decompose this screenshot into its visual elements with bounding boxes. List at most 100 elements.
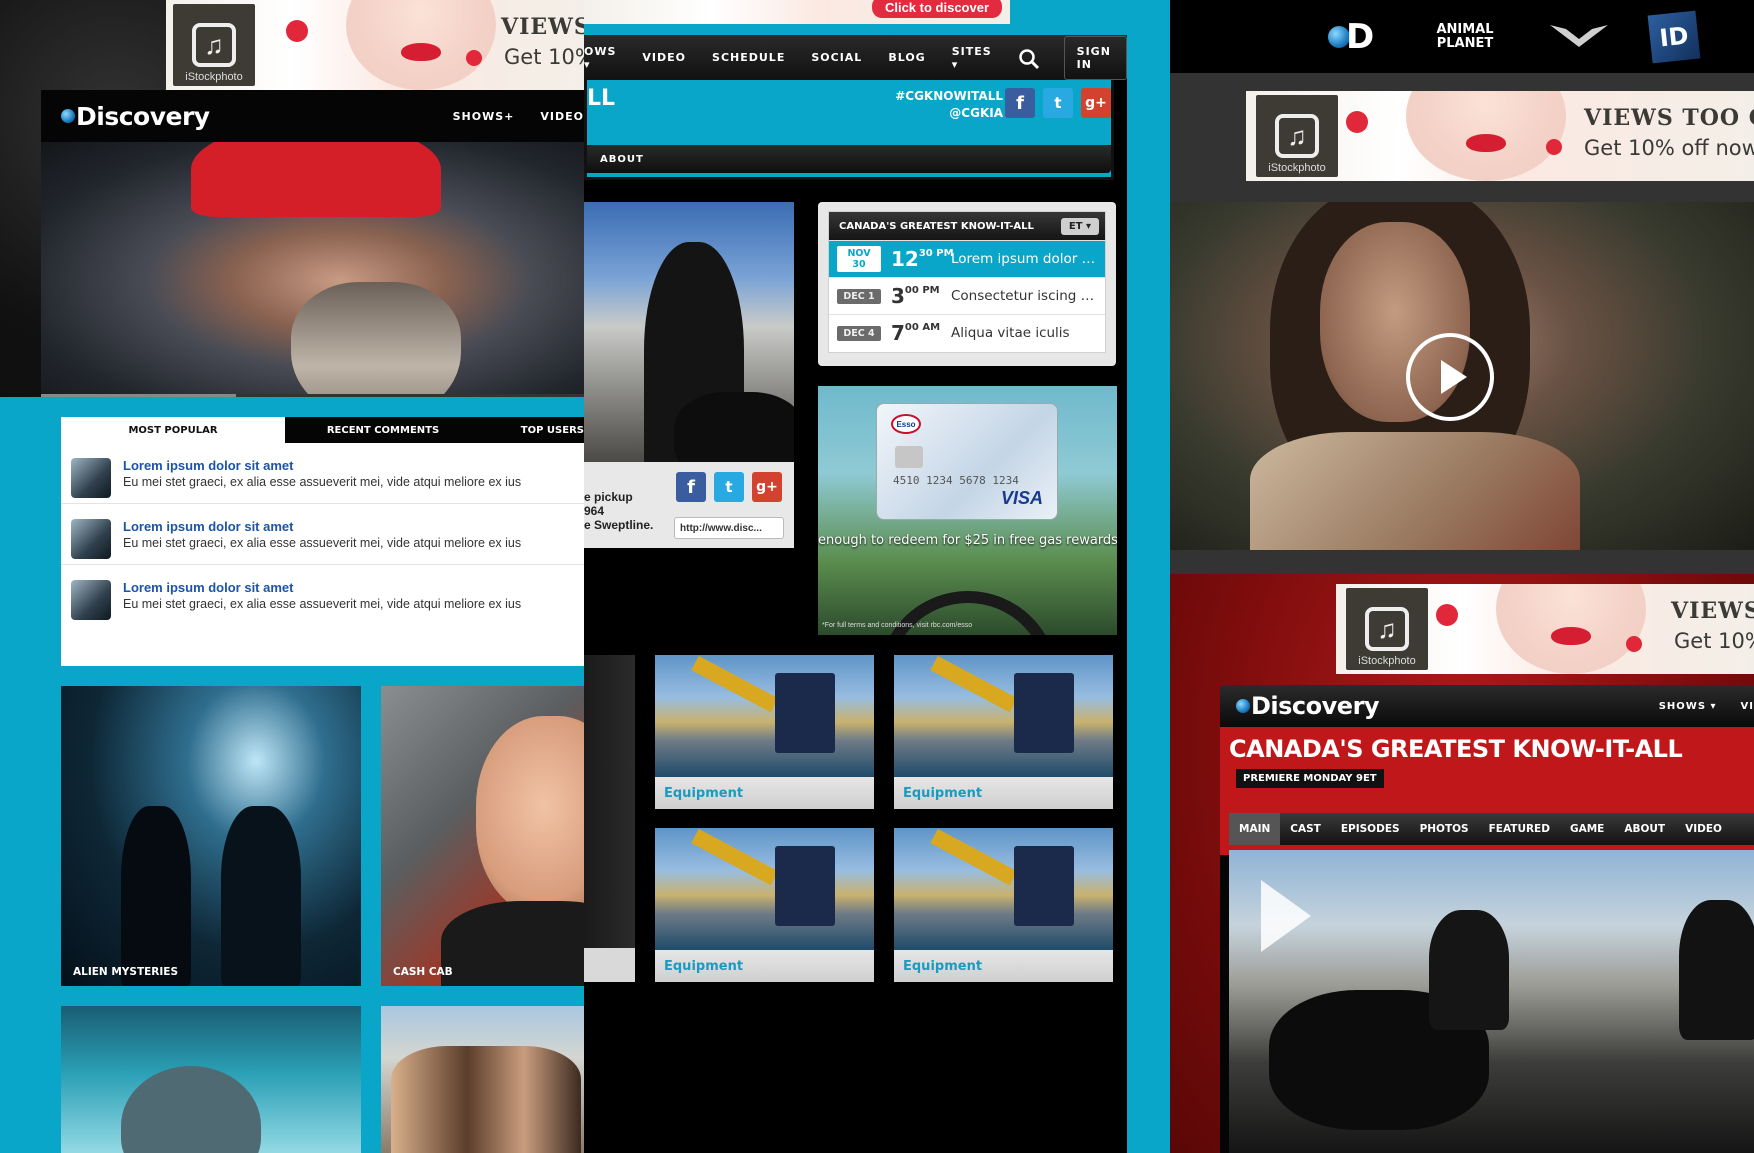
hero-image-left[interactable] (41, 142, 584, 394)
rbc-esso-ad[interactable]: Esso 4510 1234 5678 1234 VISA enough to … (818, 386, 1117, 635)
show-title-banner: CANADA'S GREATEST KNOW-IT-ALL PREMIERE M… (1220, 727, 1754, 855)
video-caption-strip: e pickup 964 e Sweptline. f t g+ http://… (584, 462, 794, 548)
tab-top-users[interactable]: TOP USERS (481, 417, 584, 443)
show-tabs: MAIN CAST EPISODES PHOTOS FEATURED GAME … (1229, 813, 1754, 845)
play-icon[interactable] (1406, 333, 1494, 421)
subnav-about[interactable]: ABOUT (600, 154, 644, 165)
ad-lips (1466, 134, 1506, 152)
equipment-tile[interactable]: Equipment (894, 828, 1113, 982)
schedule-date: NOV 30 (837, 246, 881, 272)
tab-recent-comments[interactable]: RECENT COMMENTS (285, 417, 481, 443)
equipment-tile[interactable]: Equipment (655, 655, 874, 809)
item-title[interactable]: Lorem ipsum dolor sit amet (123, 580, 521, 595)
popular-widget: MOST POPULAR RECENT COMMENTS TOP USERS L… (61, 417, 584, 666)
excavator-cab (1014, 673, 1074, 753)
item-thumbnail (71, 580, 111, 620)
ad-offer: Get 10% off now. (1584, 136, 1754, 160)
promo-fine-print: *For full terms and conditions, visit rb… (822, 622, 973, 629)
timezone-select[interactable]: ET ▾ (1060, 217, 1099, 235)
globe-icon (61, 109, 75, 123)
social-tags: #CGKNOWITALL @CGKIA (895, 88, 1003, 122)
discovery-logo[interactable]: Discovery (1236, 692, 1380, 720)
tab-featured[interactable]: FEATURED (1479, 813, 1560, 845)
item-thumbnail (71, 458, 111, 498)
show-video-player[interactable] (1229, 850, 1754, 1153)
nav-schedule[interactable]: SCHEDULE (712, 51, 785, 64)
ad-headline: VIEWS TOO GOOD (1584, 105, 1754, 131)
excavator-cab (775, 846, 835, 926)
search-icon[interactable] (1018, 48, 1039, 69)
twitter-icon[interactable]: t (714, 472, 744, 502)
ad-banner-right-2[interactable]: ♫ iStockphoto VIEWS TOO GOOD Get 10% off… (1336, 584, 1754, 674)
istock-logo: ♫ iStockphoto (1346, 588, 1428, 670)
discovery-logo[interactable]: Discovery (61, 102, 210, 131)
nav-shows[interactable]: OWS ▾ (584, 45, 616, 71)
ad-headline: VIEWS TOO GOOD (1671, 598, 1754, 624)
list-item[interactable]: Lorem ipsum dolor sit amet Eu mei stet g… (61, 565, 584, 626)
ad-banner-right[interactable]: ♫ iStockphoto VIEWS TOO GOOD Get 10% off… (1246, 91, 1754, 181)
caption-line: 964 (584, 504, 605, 518)
tab-episodes[interactable]: EPISODES (1331, 813, 1410, 845)
right-site-header: Discovery SHOWS ▾ VI (1220, 685, 1754, 727)
ad-banner-left[interactable]: ♫ iStockphoto VIEWS TOO GOOD Get 10% off… (166, 0, 584, 90)
tab-game[interactable]: GAME (1560, 813, 1614, 845)
item-title[interactable]: Lorem ipsum dolor sit amet (123, 458, 521, 473)
list-item[interactable]: Lorem ipsum dolor sit amet Eu mei stet g… (61, 504, 584, 565)
ad-offer: Get 10% off now. (1674, 629, 1754, 653)
hero-progress-fill (41, 394, 236, 397)
right-video-player[interactable] (1170, 202, 1754, 550)
nav-blog[interactable]: BLOG (888, 51, 925, 64)
list-item[interactable]: Lorem ipsum dolor sit amet Eu mei stet g… (61, 443, 584, 504)
investigation-discovery-logo[interactable]: ID (1647, 10, 1701, 63)
nav-social[interactable]: SOCIAL (811, 51, 862, 64)
tile-caption: Equipment (655, 777, 874, 809)
play-icon[interactable] (1261, 880, 1311, 952)
nav-video[interactable]: VIDEO (642, 51, 686, 64)
excavator-image (894, 828, 1113, 950)
cta-button[interactable]: Click to discover (872, 0, 1002, 18)
equipment-tile[interactable]: Equipment (894, 655, 1113, 809)
nav-shows[interactable]: SHOWS ▾ (1659, 701, 1717, 712)
tab-most-popular[interactable]: MOST POPULAR (61, 417, 285, 443)
show-tile-shark[interactable] (61, 1006, 361, 1153)
twitter-icon[interactable]: t (1043, 88, 1073, 118)
twitter-handle[interactable]: @CGKIA (895, 105, 1003, 122)
item-title[interactable]: Lorem ipsum dolor sit amet (123, 519, 521, 534)
nav-video[interactable]: VI (1741, 701, 1754, 712)
google-plus-icon[interactable]: g+ (1081, 88, 1111, 118)
left-navbar: Discovery SHOWS+ VIDEO (41, 90, 584, 142)
tab-photos[interactable]: PHOTOS (1410, 813, 1479, 845)
tab-about[interactable]: ABOUT (1614, 813, 1675, 845)
ad-banner-center[interactable]: Click to discover (584, 0, 1010, 24)
tab-video[interactable]: VIDEO (1675, 813, 1732, 845)
show-tile-alien-mysteries[interactable]: ALIEN MYSTERIES (61, 686, 361, 986)
featured-video[interactable]: e pickup 964 e Sweptline. f t g+ http://… (584, 202, 794, 548)
excavator-image (655, 655, 874, 777)
schedule-row[interactable]: NOV 30 1230 PM Lorem ipsum dolor sit ame… (829, 240, 1105, 277)
nav-video[interactable]: VIDEO (540, 110, 584, 123)
sign-in-button[interactable]: SIGN IN (1063, 35, 1127, 80)
hashtag[interactable]: #CGKNOWITALL (895, 88, 1003, 105)
facebook-icon[interactable]: f (676, 472, 706, 502)
show-tile-group[interactable] (381, 1006, 584, 1153)
share-url-field[interactable]: http://www.disc... (674, 517, 784, 539)
google-plus-icon[interactable]: g+ (752, 472, 782, 502)
schedule-row[interactable]: DEC 4 700 AM Aliqua vitae iculis (829, 314, 1105, 351)
animal-planet-logo[interactable]: ANIMAL PLANET (1430, 22, 1500, 51)
equipment-partial-tile (584, 655, 635, 982)
discovery-network-icon[interactable]: D (1328, 17, 1378, 57)
nav-shows[interactable]: SHOWS+ (453, 110, 515, 123)
figure-silhouette (121, 806, 191, 986)
equipment-tile[interactable]: Equipment (655, 828, 874, 982)
rider-image (1429, 910, 1509, 1030)
show-header: LL #CGKNOWITALL @CGKIA f t g+ ABOUT (584, 80, 1114, 180)
schedule-row[interactable]: DEC 1 300 PM Consectetur iscing elit (829, 277, 1105, 314)
nav-sites[interactable]: SITES ▾ (952, 45, 992, 71)
facebook-icon[interactable]: f (1005, 88, 1035, 118)
show-tile-cash-cab[interactable]: CASH CAB (381, 686, 584, 986)
tile-caption: Equipment (655, 950, 874, 982)
velocity-logo[interactable] (1548, 19, 1610, 54)
tab-main[interactable]: MAIN (1229, 813, 1281, 845)
tab-cast[interactable]: CAST (1280, 813, 1331, 845)
excavator-image (894, 655, 1113, 777)
